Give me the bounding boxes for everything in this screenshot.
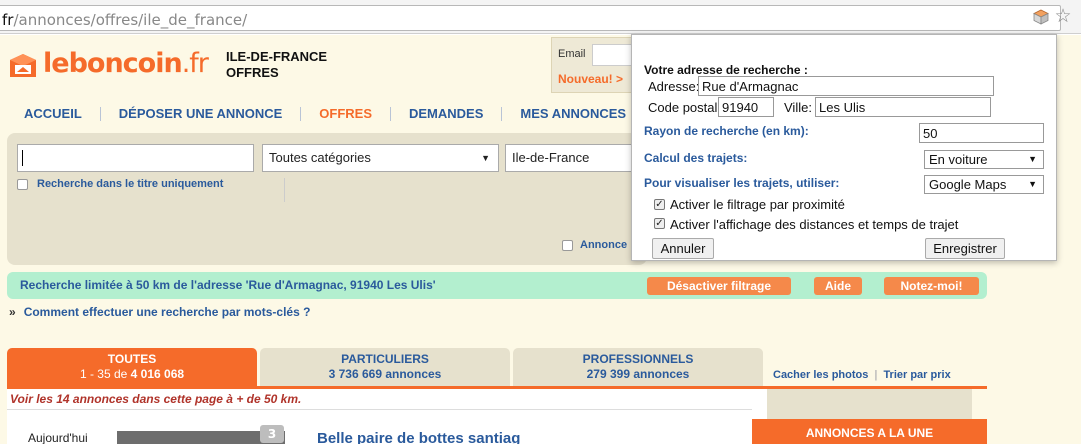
tab-private-count: 3 736 669 annonces xyxy=(328,367,442,381)
address-label: Adresse: xyxy=(648,79,700,94)
site-logo[interactable]: leboncoin.fr xyxy=(7,48,209,84)
popup-title: Votre adresse de recherche : xyxy=(644,63,808,77)
region-heading: ILE-DE-FRANCE OFFRES xyxy=(226,49,327,81)
divider xyxy=(7,409,752,410)
distance-warning-link[interactable]: Voir les 14 annonces dans cette page à +… xyxy=(10,392,301,406)
chevron-down-icon: ▼ xyxy=(1028,154,1037,164)
region-section: OFFRES xyxy=(226,65,279,80)
calc-label: Calcul des trajets: xyxy=(644,151,748,165)
proximity-filter-label: Activer le filtrage par proximité xyxy=(670,197,845,212)
featured-ads-heading: ANNONCES A LA UNE xyxy=(752,419,987,444)
nav-requests[interactable]: DEMANDES xyxy=(391,107,503,121)
keyword-help-text: Comment effectuer une recherche par mots… xyxy=(23,305,311,319)
tab-all-count: 1 - 35 de 4 016 068 xyxy=(79,367,185,381)
proximity-info-text: Recherche limitée à 50 km de l'adresse '… xyxy=(20,278,436,292)
photo-count-badge: 3 xyxy=(260,425,284,443)
city-label: Ville: xyxy=(784,100,812,115)
divider xyxy=(284,178,285,202)
save-button[interactable]: Enregistrer xyxy=(925,238,1005,259)
tab-professional-count: 279 399 annonces xyxy=(586,367,690,381)
calc-select[interactable]: En voiture ▼ xyxy=(924,150,1044,169)
proximity-filter-checkbox[interactable]: ✓ xyxy=(654,199,665,210)
nav-offers[interactable]: OFFRES xyxy=(301,107,391,121)
help-button[interactable]: Aide xyxy=(814,277,862,295)
logo-text: leboncoin.fr xyxy=(43,48,209,79)
chevron-down-icon: ▼ xyxy=(1028,179,1037,189)
title-only-checkbox[interactable] xyxy=(17,179,28,190)
browser-toolbar: fr/annonces/offres/ile_de_france/ ☆ xyxy=(0,0,1081,34)
tab-all[interactable]: TOUTES 1 - 35 de 4 016 068 xyxy=(7,348,257,386)
annonces-checkbox[interactable] xyxy=(562,240,573,251)
url-field[interactable]: fr/annonces/offres/ile_de_france/ xyxy=(0,5,1061,31)
search-panel: Toutes catégories ▼ Ile-de-France Recher… xyxy=(7,133,647,265)
city-field[interactable] xyxy=(815,97,991,117)
postal-field[interactable] xyxy=(718,97,774,117)
extension-cube-icon[interactable] xyxy=(1033,9,1049,25)
results-list: Voir les 14 annonces dans cette page à +… xyxy=(7,389,767,444)
text-caret xyxy=(22,150,23,166)
title-only-label: Recherche dans le titre uniquement xyxy=(37,178,224,190)
region-name: ILE-DE-FRANCE xyxy=(226,49,328,64)
cancel-button[interactable]: Annuler xyxy=(652,238,714,259)
region-value: Ile-de-France xyxy=(512,150,590,165)
category-select[interactable]: Toutes catégories ▼ xyxy=(262,144,499,172)
listing-date: Aujourd'hui xyxy=(28,431,88,444)
bookmark-star-icon[interactable]: ☆ xyxy=(1053,6,1073,26)
url-text: fr/annonces/offres/ile_de_france/ xyxy=(2,11,248,29)
listing-title[interactable]: Belle paire de bottes santiag xyxy=(317,430,520,444)
radius-field[interactable] xyxy=(919,123,1044,143)
map-provider-select[interactable]: Google Maps ▼ xyxy=(924,175,1044,194)
distance-display-label: Activer l'affichage des distances et tem… xyxy=(670,217,959,232)
logo-box-icon xyxy=(10,54,36,77)
keyword-help-link[interactable]: » Comment effectuer une recherche par mot… xyxy=(9,305,310,319)
address-field[interactable] xyxy=(698,76,994,96)
bullet: » xyxy=(9,305,16,319)
category-value: Toutes catégories xyxy=(269,150,371,165)
tab-links: Cacher les photos | Trier par prix xyxy=(773,369,951,381)
sort-price-link[interactable]: Trier par prix xyxy=(883,369,950,381)
distance-display-checkbox[interactable]: ✓ xyxy=(654,218,665,229)
tab-private[interactable]: PARTICULIERS 3 736 669 annonces xyxy=(260,348,510,386)
proximity-info-bar: Recherche limitée à 50 km de l'adresse '… xyxy=(7,272,987,299)
tab-professional[interactable]: PROFESSIONNELS 279 399 annonces xyxy=(513,348,763,386)
login-box: Email Nouveau! > xyxy=(551,37,652,93)
new-account-link[interactable]: Nouveau! > xyxy=(558,72,623,86)
calc-value: En voiture xyxy=(929,152,988,167)
map-provider-value: Google Maps xyxy=(929,177,1007,192)
disable-filter-button[interactable]: Désactiver filtrage xyxy=(647,277,791,295)
main-nav: ACCUEIL DÉPOSER UNE ANNONCE OFFRES DEMAN… xyxy=(0,105,644,123)
rate-button[interactable]: Notez-moi! xyxy=(884,277,979,295)
tab-all-title: TOUTES xyxy=(107,352,157,366)
link-separator: | xyxy=(874,369,878,381)
chevron-down-icon: ▼ xyxy=(481,153,490,163)
tab-professional-title: PROFESSIONNELS xyxy=(582,352,694,366)
keyword-input[interactable] xyxy=(17,144,254,172)
tab-private-title: PARTICULIERS xyxy=(341,352,429,366)
proximity-settings-popup: Votre adresse de recherche : Adresse: Co… xyxy=(631,34,1057,261)
email-label: Email xyxy=(558,48,586,60)
nav-post-ad[interactable]: DÉPOSER UNE ANNONCE xyxy=(101,107,302,121)
nav-my-ads[interactable]: MES ANNONCES xyxy=(502,107,644,121)
visual-label: Pour visualiser les trajets, utiliser: xyxy=(644,176,840,190)
nav-home[interactable]: ACCUEIL xyxy=(0,107,101,121)
region-select[interactable]: Ile-de-France xyxy=(505,144,635,172)
radius-label: Rayon de recherche (en km): xyxy=(644,124,809,138)
hide-photos-link[interactable]: Cacher les photos xyxy=(773,369,868,381)
annonces-label: Annonce xyxy=(580,239,628,251)
postal-label: Code postal: xyxy=(648,100,721,115)
